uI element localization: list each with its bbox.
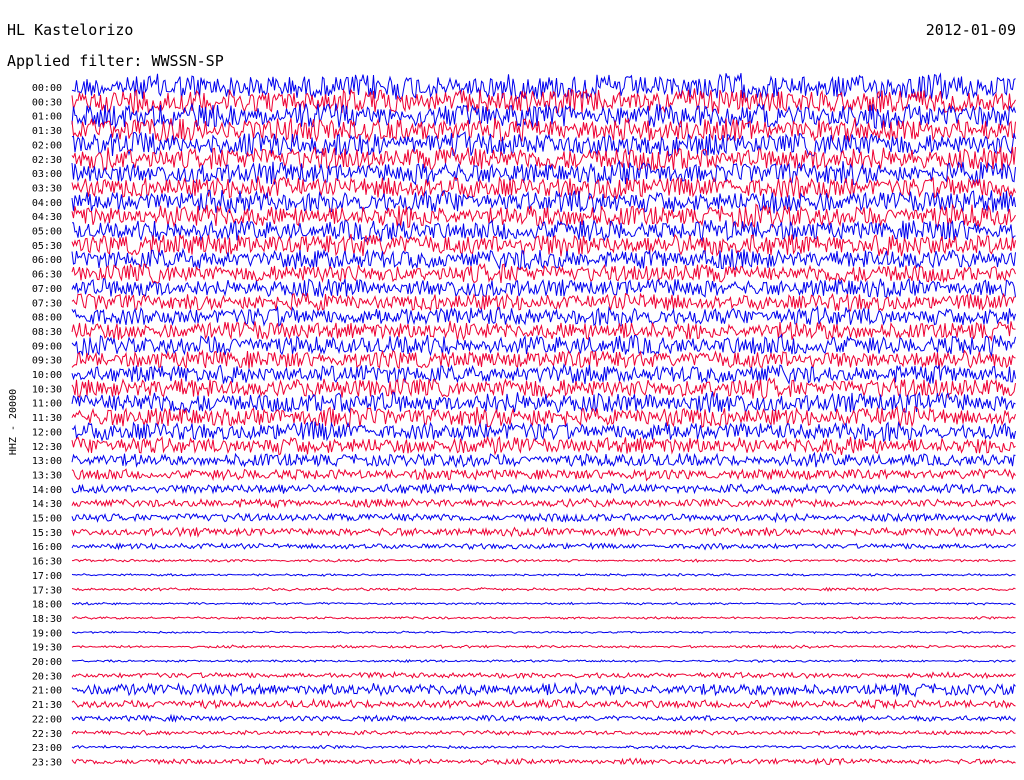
time-tick-label: 15:30 [32,528,62,539]
trace-line [71,305,1016,327]
trace-line [71,713,1016,723]
time-tick-label: 07:00 [32,284,62,295]
trace-line [71,497,1016,509]
time-tick-label: 10:30 [32,384,62,395]
time-tick-label: 11:30 [32,413,62,424]
trace-line [71,511,1016,524]
trace-line [71,405,1016,428]
time-tick-label: 01:30 [32,126,62,137]
trace-line [71,189,1016,214]
time-tick-label: 08:30 [32,327,62,338]
time-tick-label: 12:00 [32,427,62,438]
time-tick-label: 21:30 [32,700,62,711]
trace-line [71,757,1016,766]
trace-line [71,349,1016,370]
time-tick-label: 14:00 [32,485,62,496]
time-tick-label: 05:30 [32,241,62,252]
trace-line [71,277,1016,299]
time-tick-label: 08:00 [32,313,62,324]
trace-line [71,586,1016,592]
time-tick-label: 06:30 [32,270,62,281]
time-tick-label: 23:30 [32,757,62,768]
trace-line [71,681,1016,698]
trace-line [71,729,1016,737]
trace-line [71,247,1016,271]
trace-line [71,435,1016,456]
date-label: 2012-01-09 [926,21,1016,39]
trace-line [71,572,1016,577]
time-tick-label: 19:30 [32,643,62,654]
trace-line [71,697,1016,710]
time-tick-label: 22:00 [32,714,62,725]
trace-line [71,482,1016,495]
trace-line [71,333,1016,358]
station-title: HL Kastelorizo [7,21,133,39]
trace-line [71,630,1016,635]
time-tick-label: 12:30 [32,442,62,453]
time-tick-label: 04:00 [32,198,62,209]
trace-group [71,72,1016,766]
time-tick-label: 18:30 [32,614,62,625]
time-tick-label: 22:30 [32,729,62,740]
filter-label: Applied filter: WWSSN-SP [7,52,224,70]
trace-line [71,467,1016,482]
time-tick-label: 20:30 [32,671,62,682]
time-tick-label: 14:30 [32,499,62,510]
time-tick-label: 13:00 [32,456,62,467]
time-tick-label: 15:00 [32,514,62,525]
time-tick-label: 17:00 [32,571,62,582]
trace-line [71,615,1016,620]
trace-line [71,131,1016,158]
time-tick-label: 19:00 [32,628,62,639]
trace-line [71,320,1016,342]
time-tick-label: 23:00 [32,743,62,754]
trace-line [71,601,1016,606]
time-tick-label: 16:00 [32,542,62,553]
time-tick-label: 06:00 [32,255,62,266]
time-tick-label: 18:00 [32,600,62,611]
time-tick-label: 10:00 [32,370,62,381]
trace-line [71,376,1016,400]
time-tick-label: 02:30 [32,155,62,166]
time-tick-label: 20:00 [32,657,62,668]
trace-line [71,146,1016,173]
time-tick-label: 03:00 [32,169,62,180]
channel-label: HHZ - 20000 [8,389,19,455]
trace-line [71,451,1016,469]
time-tick-label: 16:30 [32,557,62,568]
trace-line [71,292,1016,312]
time-tick-label: 00:00 [32,83,62,94]
helicorder-plot: HL Kastelorizo 2012-01-09 00:00 00:30 01:0… [7,21,1016,768]
time-tick-label: 02:00 [32,140,62,151]
trace-line [71,526,1016,538]
time-tick-label: 01:00 [32,112,62,123]
time-tick-label: 04:30 [32,212,62,223]
time-tick-label: 05:00 [32,227,62,238]
time-tick-label: 07:30 [32,298,62,309]
time-tick-label: 09:00 [32,341,62,352]
trace-line [71,391,1016,415]
time-tick-label: 11:00 [32,399,62,410]
time-axis: 00:00 00:30 01:00 01:30 02:00 02:30 03:00 03:30… [32,83,62,768]
trace-line [71,203,1016,230]
trace-line [71,263,1016,284]
time-tick-label: 13:30 [32,470,62,481]
trace-line [71,174,1016,201]
trace-line [72,558,1016,563]
time-tick-label: 03:30 [32,183,62,194]
trace-line [71,670,1016,680]
trace-line [71,744,1016,750]
time-tick-label: 00:30 [32,97,62,108]
trace-line [71,659,1016,664]
trace-line [71,233,1016,258]
trace-line [71,541,1016,551]
trace-line [71,644,1016,649]
time-tick-label: 09:30 [32,356,62,367]
time-tick-label: 17:30 [32,585,62,596]
time-tick-label: 21:00 [32,686,62,697]
